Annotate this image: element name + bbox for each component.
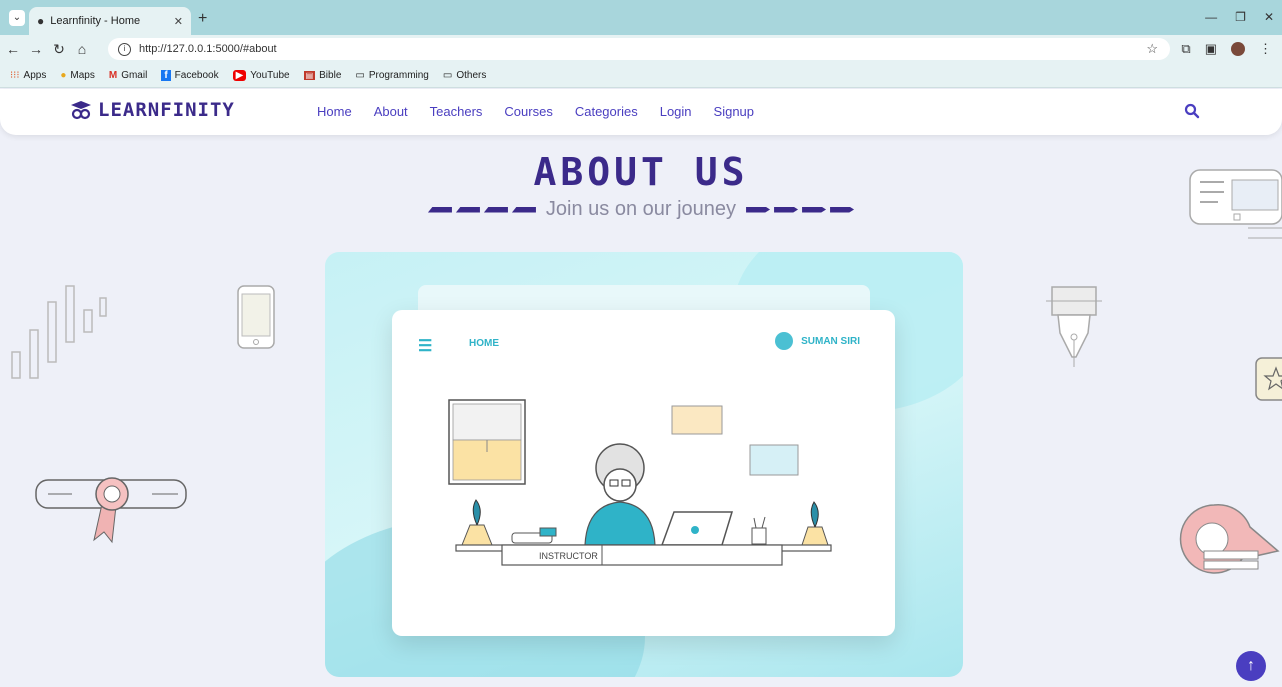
tab-search-chevron-icon[interactable]: ⌄ [9,10,25,26]
fountain-pen-decoration-icon [1046,286,1102,367]
side-panel-icon[interactable]: ▣ [1205,41,1217,57]
nav-signup[interactable]: Signup [714,104,754,119]
menu-kebab-icon[interactable]: ⋮ [1259,41,1272,57]
about-subtitle-row: Join us on our jouney [0,198,1282,221]
home-icon[interactable]: ⌂ [72,41,92,57]
youtube-icon: ▶ [232,69,247,81]
star-badge-decoration-icon [1255,357,1282,401]
extensions-icon[interactable]: ⧉ [1181,41,1190,57]
hamburger-menu-icon: ☰ [418,338,433,355]
nav-home[interactable]: Home [317,104,352,119]
new-tab-button[interactable]: + [198,10,207,28]
arrow-up-icon: ↑ [1247,657,1255,674]
desk-label: INSTRUCTOR [539,551,598,561]
user-avatar-icon [775,332,794,350]
nav-categories[interactable]: Categories [575,104,638,119]
minimize-icon[interactable]: — [1205,10,1217,24]
toolbar-actions: ⧉ ▣ ⋮ [1181,41,1272,57]
bookmark-bible[interactable]: ▤ Bible [303,70,341,81]
bible-icon: ▤ [303,70,316,80]
bookmark-facebook[interactable]: f Facebook [161,69,219,81]
search-icon[interactable] [1184,103,1200,119]
instructor-illustration: INSTRUCTOR [448,399,832,566]
nav-about[interactable]: About [374,104,408,119]
bar-chart-decoration-icon [11,285,107,379]
folder-icon: ▭ [442,69,453,81]
tab-title: Learnfinity - Home [50,15,141,27]
maps-pin-icon: ● [60,69,67,81]
close-tab-icon[interactable]: ✕ [174,15,183,28]
browser-tab[interactable]: ● Learnfinity - Home ✕ [29,7,191,35]
diploma-ribbon-decoration-icon [35,477,187,544]
site-info-icon[interactable]: i [118,42,131,56]
facebook-icon: f [161,69,171,81]
favicon-icon: ● [37,14,45,28]
nav-login[interactable]: Login [660,104,692,119]
graduation-cap-icon [71,101,91,120]
right-dashes-decoration [746,206,855,213]
bookmark-others[interactable]: ▭ Others [443,70,486,81]
apps-grid-icon: ⁝⁝⁝ [10,69,20,81]
nav-courses[interactable]: Courses [504,104,552,119]
left-dashes-decoration [427,206,536,213]
folder-icon: ▭ [355,69,365,81]
phone-decoration-icon [237,285,275,349]
about-title: ABOUT US [533,150,749,194]
profile-avatar[interactable] [1231,42,1245,56]
logo-text: LEARNFINITY [98,99,235,121]
bookmark-youtube[interactable]: ▶ YouTube [232,69,290,81]
site-logo[interactable]: LEARNFINITY [70,99,235,121]
bookmarks-bar: ⁝⁝⁝ Apps ● Maps M Gmail f Facebook ▶ YouTube … [0,63,1282,88]
bookmark-programming[interactable]: ▭ Programming [355,70,428,81]
bookmark-apps[interactable]: ⁝⁝⁝ Apps [10,70,46,81]
bookmark-maps[interactable]: ● Maps [60,70,95,81]
browser-tab-bar: ⌄ ● Learnfinity - Home ✕ + — ❐ ✕ [0,0,1282,35]
back-icon[interactable]: ← [3,41,23,57]
about-subtitle: Join us on our jouney [545,198,737,220]
certificate-decoration-icon [1189,169,1282,239]
main-nav: Home About Teachers Courses Categories L… [317,104,754,119]
address-toolbar: ← → ↻ ⌂ i http://127.0.0.1:5000/#about ☆… [0,35,1282,63]
window-controls: — ❐ ✕ [1205,10,1274,24]
gmail-icon: M [108,69,118,81]
reload-icon[interactable]: ↻ [49,41,69,58]
bookmark-star-icon[interactable]: ☆ [1146,41,1158,57]
site-header: LEARNFINITY Home About Teachers Courses … [0,89,1282,135]
illustration-home-label: HOME [469,338,499,349]
url-bar[interactable]: i http://127.0.0.1:5000/#about ☆ [108,38,1170,60]
restore-icon[interactable]: ❐ [1235,10,1246,24]
close-window-icon[interactable]: ✕ [1264,10,1274,24]
bookmark-gmail[interactable]: M Gmail [109,70,147,81]
play-chat-decoration-icon [1179,504,1280,574]
scroll-to-top-button[interactable]: ↑ [1236,651,1266,681]
forward-icon[interactable]: → [26,41,46,57]
illustration-user-name: SUMAN SIRI [801,335,860,347]
illustration-user: SUMAN SIRI [775,332,860,350]
nav-teachers[interactable]: Teachers [430,104,483,119]
url-text: http://127.0.0.1:5000/#about [139,43,277,55]
